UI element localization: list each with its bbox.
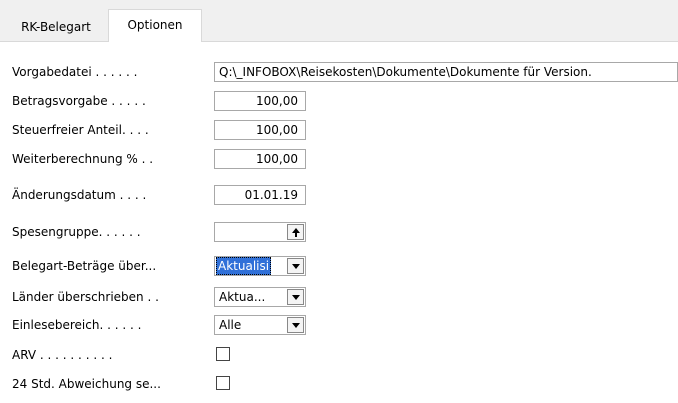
tab-rk-belegart[interactable]: RK-Belegart	[6, 14, 106, 41]
belegart-betraege-label: Belegart-Beträge über...	[12, 259, 157, 273]
steuerfreier-anteil-field[interactable]: 100,00	[214, 120, 306, 140]
row-belegart-betraege: Belegart-Beträge über... Aktualisi	[0, 254, 678, 278]
row-einlesebereich: Einlesebereich. . . . . . Alle	[0, 313, 678, 337]
arrow-stem-icon	[295, 233, 297, 237]
chevron-down-icon	[292, 295, 300, 300]
laender-dropdown-button[interactable]	[287, 289, 304, 305]
arv-checkbox[interactable]	[216, 347, 230, 361]
steuerfreier-anteil-label: Steuerfreier Anteil. . . .	[12, 123, 149, 137]
abweichung-label: 24 Std. Abweichung se...	[12, 377, 161, 391]
einlesebereich-dropdown-button[interactable]	[287, 317, 304, 333]
row-betragsvorgabe: Betragsvorgabe . . . . . 100,00	[0, 89, 678, 113]
options-panel: Vorgabedatei . . . . . . Q:\_INFOBOX\Rei…	[0, 42, 678, 403]
spesengruppe-label: Spesengruppe. . . . . .	[12, 225, 141, 239]
belegart-betraege-select[interactable]: Aktualisi	[214, 256, 306, 276]
row-steuerfreier-anteil: Steuerfreier Anteil. . . . 100,00	[0, 118, 678, 142]
laender-label: Länder überschrieben . .	[12, 290, 159, 304]
betragsvorgabe-label: Betragsvorgabe . . . . .	[12, 94, 146, 108]
tab-optionen[interactable]: Optionen	[108, 9, 202, 43]
row-vorgabedatei: Vorgabedatei . . . . . . Q:\_INFOBOX\Rei…	[0, 60, 678, 84]
belegart-betraege-dropdown-button[interactable]	[287, 258, 304, 274]
row-spesengruppe: Spesengruppe. . . . . .	[0, 220, 678, 244]
einlesebereich-label: Einlesebereich. . . . . .	[12, 318, 142, 332]
spesengruppe-field[interactable]	[214, 222, 306, 242]
spesengruppe-lookup-button[interactable]	[287, 224, 304, 240]
row-arv: ARV . . . . . . . . . .	[0, 343, 678, 367]
row-laender: Länder überschrieben . . Aktua...	[0, 285, 678, 309]
vorgabedatei-field[interactable]: Q:\_INFOBOX\Reisekosten\Dokumente\Dokume…	[214, 62, 678, 82]
tab-strip: RK-Belegart Optionen	[0, 0, 678, 43]
weiterberechnung-label: Weiterberechnung % . .	[12, 152, 154, 166]
laender-select[interactable]: Aktua...	[214, 287, 306, 307]
row-aenderungsdatum: Änderungsdatum . . . . 01.01.19	[0, 183, 678, 207]
betragsvorgabe-field[interactable]: 100,00	[214, 91, 306, 111]
laender-value: Aktua...	[219, 290, 266, 304]
abweichung-checkbox[interactable]	[216, 376, 230, 390]
vorgabedatei-label: Vorgabedatei . . . . . .	[12, 65, 138, 79]
arv-label: ARV . . . . . . . . . .	[12, 348, 113, 362]
einlesebereich-select[interactable]: Alle	[214, 315, 306, 335]
einlesebereich-value: Alle	[219, 318, 242, 332]
aenderungsdatum-label: Änderungsdatum . . . .	[12, 188, 147, 202]
chevron-down-icon	[292, 264, 300, 269]
belegart-betraege-value: Aktualisi	[216, 257, 272, 275]
aenderungsdatum-field[interactable]: 01.01.19	[214, 185, 306, 205]
row-weiterberechnung: Weiterberechnung % . . 100,00	[0, 147, 678, 171]
chevron-down-icon	[292, 323, 300, 328]
row-abweichung: 24 Std. Abweichung se...	[0, 372, 678, 396]
weiterberechnung-field[interactable]: 100,00	[214, 149, 306, 169]
